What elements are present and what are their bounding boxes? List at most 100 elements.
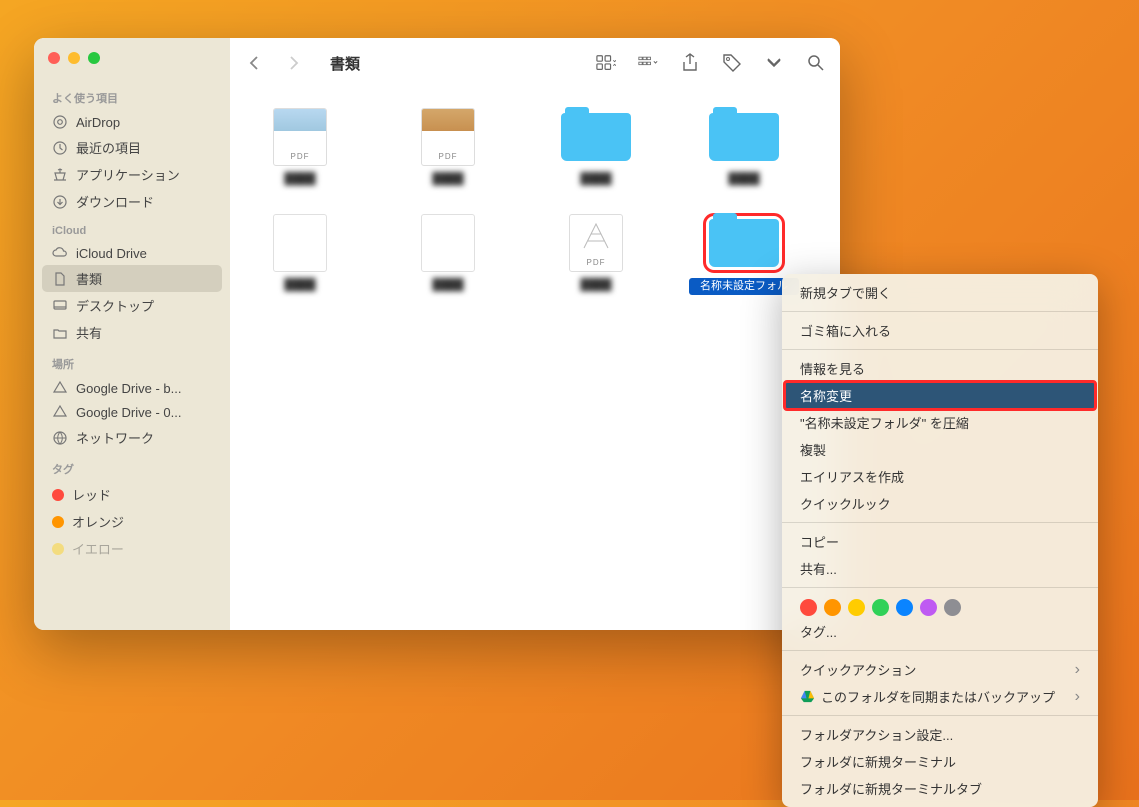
menu-item[interactable]: 複製 — [782, 436, 1098, 463]
menu-item-label: このフォルダを同期またはバックアップ — [800, 687, 1055, 706]
pdf-web-icon: PDF — [558, 214, 634, 272]
sidebar: よく使う項目 AirDrop 最近の項目 アプリケーション ダウンロード iCl… — [34, 38, 230, 630]
file-item[interactable]: ████ — [388, 214, 508, 294]
file-name-label: ████ — [393, 278, 503, 292]
menu-item[interactable]: フォルダに新規ターミナルタブ — [782, 775, 1098, 802]
tag-color-button[interactable] — [920, 599, 937, 616]
close-button[interactable] — [48, 52, 60, 64]
view-icons-button[interactable] — [596, 53, 616, 73]
applications-icon — [52, 167, 68, 183]
menu-item-label: "名称未設定フォルダ" を圧縮 — [800, 413, 969, 432]
window-controls — [42, 52, 222, 80]
sidebar-label: iCloud Drive — [76, 246, 147, 261]
folder-icon — [706, 214, 782, 272]
file-grid[interactable]: PDF████PDF████████████████████PDF████名称未… — [230, 88, 840, 630]
sidebar-item-network[interactable]: ネットワーク — [42, 424, 222, 451]
menu-item[interactable]: フォルダアクション設定... — [782, 721, 1098, 748]
airdrop-icon — [52, 114, 68, 130]
tag-button[interactable] — [722, 53, 742, 73]
sidebar-label: 最近の項目 — [76, 138, 141, 157]
menu-item[interactable]: タグ... — [782, 618, 1098, 645]
menu-item[interactable]: このフォルダを同期またはバックアップ — [782, 683, 1098, 710]
share-button[interactable] — [680, 53, 700, 73]
sidebar-label: Google Drive - 0... — [76, 405, 182, 420]
menu-item[interactable]: コピー — [782, 528, 1098, 555]
tag-color-button[interactable] — [848, 599, 865, 616]
menu-item-label: フォルダアクション設定... — [800, 725, 953, 744]
sidebar-label: ダウンロード — [76, 192, 154, 211]
document-icon — [52, 271, 68, 287]
sidebar-item-airdrop[interactable]: AirDrop — [42, 110, 222, 134]
sidebar-item-recents[interactable]: 最近の項目 — [42, 134, 222, 161]
sidebar-label: 共有 — [76, 323, 102, 342]
menu-item-label: 複製 — [800, 440, 826, 459]
sidebar-tag-orange[interactable]: オレンジ — [42, 508, 222, 535]
sidebar-tag-red[interactable]: レッド — [42, 481, 222, 508]
file-name-label: ████ — [245, 278, 355, 292]
sidebar-item-shared[interactable]: 共有 — [42, 319, 222, 346]
tag-color-row — [782, 593, 1098, 618]
menu-item-label: フォルダに新規ターミナルタブ — [800, 779, 982, 798]
shared-folder-icon — [52, 325, 68, 341]
sidebar-item-desktop[interactable]: デスクトップ — [42, 292, 222, 319]
more-button[interactable] — [764, 53, 784, 73]
file-item[interactable]: ████ — [240, 214, 360, 294]
file-name-label: ████ — [541, 172, 651, 186]
back-button[interactable] — [244, 53, 264, 73]
file-name-label: ████ — [689, 172, 799, 186]
menu-item[interactable]: 共有... — [782, 555, 1098, 582]
file-item[interactable]: PDF ████ — [240, 108, 360, 186]
maximize-button[interactable] — [88, 52, 100, 64]
sidebar-label: デスクトップ — [76, 296, 154, 315]
sidebar-item-gdrive-b[interactable]: Google Drive - b... — [42, 376, 222, 400]
sidebar-label: レッド — [72, 485, 111, 504]
menu-separator — [782, 311, 1098, 312]
context-menu: 新規タブで開くゴミ箱に入れる情報を見る名称変更 "名称未設定フォルダ" を圧縮複製… — [782, 274, 1098, 807]
sidebar-item-icloud-drive[interactable]: iCloud Drive — [42, 241, 222, 265]
file-item[interactable]: ████ — [536, 108, 656, 186]
menu-item[interactable]: クイックアクション — [782, 656, 1098, 683]
forward-button[interactable] — [284, 53, 304, 73]
sidebar-tag-yellow[interactable]: イエロー — [42, 535, 222, 562]
sidebar-item-downloads[interactable]: ダウンロード — [42, 188, 222, 215]
menu-item-label: 新規タブで開く — [800, 283, 891, 302]
sidebar-section-tags: タグ — [42, 459, 222, 481]
file-item[interactable]: PDF ████ — [536, 214, 656, 294]
file-name-label: ████ — [393, 172, 503, 186]
tag-color-button[interactable] — [944, 599, 961, 616]
menu-item[interactable]: ゴミ箱に入れる — [782, 317, 1098, 344]
menu-item[interactable]: 新規タブで開く — [782, 279, 1098, 306]
file-name-label: ████ — [245, 172, 355, 186]
sidebar-item-documents[interactable]: 書類 — [42, 265, 222, 292]
menu-item[interactable]: 情報を見る — [782, 355, 1098, 382]
menu-item[interactable]: "名称未設定フォルダ" を圧縮 — [782, 409, 1098, 436]
folder-icon — [706, 108, 782, 166]
menu-item[interactable]: フォルダに新規ターミナル — [782, 748, 1098, 775]
sidebar-item-gdrive-0[interactable]: Google Drive - 0... — [42, 400, 222, 424]
minimize-button[interactable] — [68, 52, 80, 64]
menu-item[interactable]: 名称変更 — [785, 382, 1095, 409]
sidebar-label: アプリケーション — [76, 165, 180, 184]
tag-color-button[interactable] — [824, 599, 841, 616]
group-button[interactable] — [638, 53, 658, 73]
menu-separator — [782, 650, 1098, 651]
tag-color-button[interactable] — [896, 599, 913, 616]
sidebar-section-icloud: iCloud — [42, 223, 222, 241]
file-item[interactable]: PDF████ — [388, 108, 508, 186]
menu-item[interactable]: エイリアスを作成 — [782, 463, 1098, 490]
tag-color-button[interactable] — [800, 599, 817, 616]
tag-color-button[interactable] — [872, 599, 889, 616]
search-button[interactable] — [806, 53, 826, 73]
download-icon — [52, 194, 68, 210]
menu-item-label: エイリアスを作成 — [800, 467, 904, 486]
menu-item[interactable]: クイックルック — [782, 490, 1098, 517]
clock-icon — [52, 140, 68, 156]
tag-dot-icon — [52, 516, 64, 528]
sidebar-section-locations: 場所 — [42, 354, 222, 376]
file-item[interactable]: ████ — [684, 108, 804, 186]
file-name-label: ████ — [541, 278, 651, 292]
sidebar-label: イエロー — [72, 539, 124, 558]
sidebar-item-applications[interactable]: アプリケーション — [42, 161, 222, 188]
pdf-blue-icon: PDF — [262, 108, 338, 166]
menu-item-label: 共有... — [800, 559, 837, 578]
